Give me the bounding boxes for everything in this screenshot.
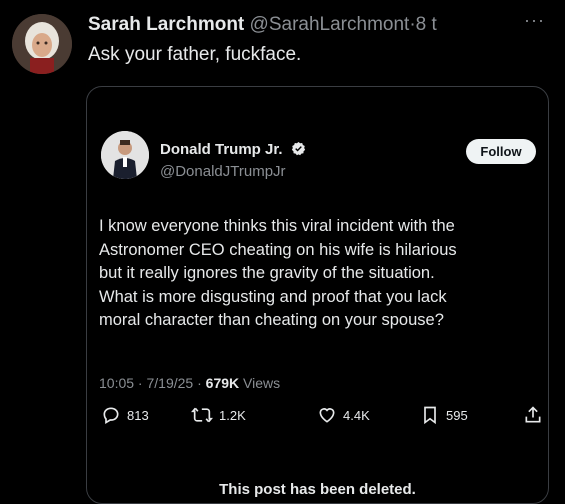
reply-icon	[103, 407, 119, 424]
reply-header: Sarah Larchmont @SarahLarchmont·8 t ···	[88, 10, 545, 38]
reply-author-name[interactable]: Sarah Larchmont	[88, 14, 244, 35]
more-options-icon[interactable]: ···	[524, 10, 545, 31]
follow-button[interactable]: Follow	[466, 139, 536, 164]
bookmark-button[interactable]: 595	[420, 405, 468, 425]
avatar-image	[12, 14, 72, 74]
reply-button[interactable]: 813	[101, 405, 149, 425]
avatar[interactable]	[12, 14, 72, 74]
quoted-post-line: I know everyone thinks this viral incide…	[99, 217, 455, 235]
reply-count: 813	[127, 407, 149, 423]
repost-icon	[191, 407, 213, 423]
quoted-avatar-image	[101, 131, 149, 179]
share-icon	[525, 406, 541, 423]
reply-author-handle[interactable]: @SarahLarchmont	[250, 14, 410, 35]
quoted-post-line: What is more disgusting and proof that y…	[99, 287, 447, 306]
reply-time[interactable]: 8 t	[416, 14, 437, 35]
quoted-post-body: I know everyone thinks this viral incide…	[99, 215, 539, 333]
quoted-author-name[interactable]: Donald Trump Jr.	[160, 141, 306, 158]
post-views-count: 679K	[205, 375, 240, 391]
action-bar: 813 1.2K 4.4K 595	[87, 405, 548, 435]
like-count: 4.4K	[343, 407, 370, 423]
heart-icon	[319, 408, 335, 423]
quoted-post-line: Astronomer CEO cheating on his wife is h…	[99, 240, 457, 259]
deleted-notice: This post has been deleted.	[219, 481, 416, 498]
quoted-post-line: moral character than cheating on your sp…	[99, 311, 444, 329]
post-date[interactable]: 7/19/25	[147, 375, 194, 391]
quoted-post-card[interactable]: Donald Trump Jr. @DonaldJTrumpJr Follow …	[86, 86, 549, 504]
post-time[interactable]: 10:05	[99, 375, 134, 391]
post-views-label: Views	[243, 375, 281, 391]
verified-badge-icon	[291, 141, 305, 156]
bookmark-count: 595	[446, 407, 468, 423]
quoted-author-name-text: Donald Trump Jr.	[160, 141, 283, 158]
quoted-post-line: but it really ignores the gravity of the…	[99, 264, 435, 282]
repost-count: 1.2K	[219, 407, 246, 423]
repost-button[interactable]: 1.2K	[191, 405, 246, 425]
share-button[interactable]	[523, 405, 543, 425]
bookmark-icon	[424, 406, 436, 425]
quoted-author-handle[interactable]: @DonaldJTrumpJr	[160, 163, 286, 180]
quoted-avatar[interactable]	[101, 131, 149, 179]
reply-text: Ask your father, fuckface.	[88, 44, 302, 65]
post-meta: 10:05 · 7/19/25 · 679K Views	[99, 375, 281, 391]
like-button[interactable]: 4.4K	[317, 405, 370, 425]
